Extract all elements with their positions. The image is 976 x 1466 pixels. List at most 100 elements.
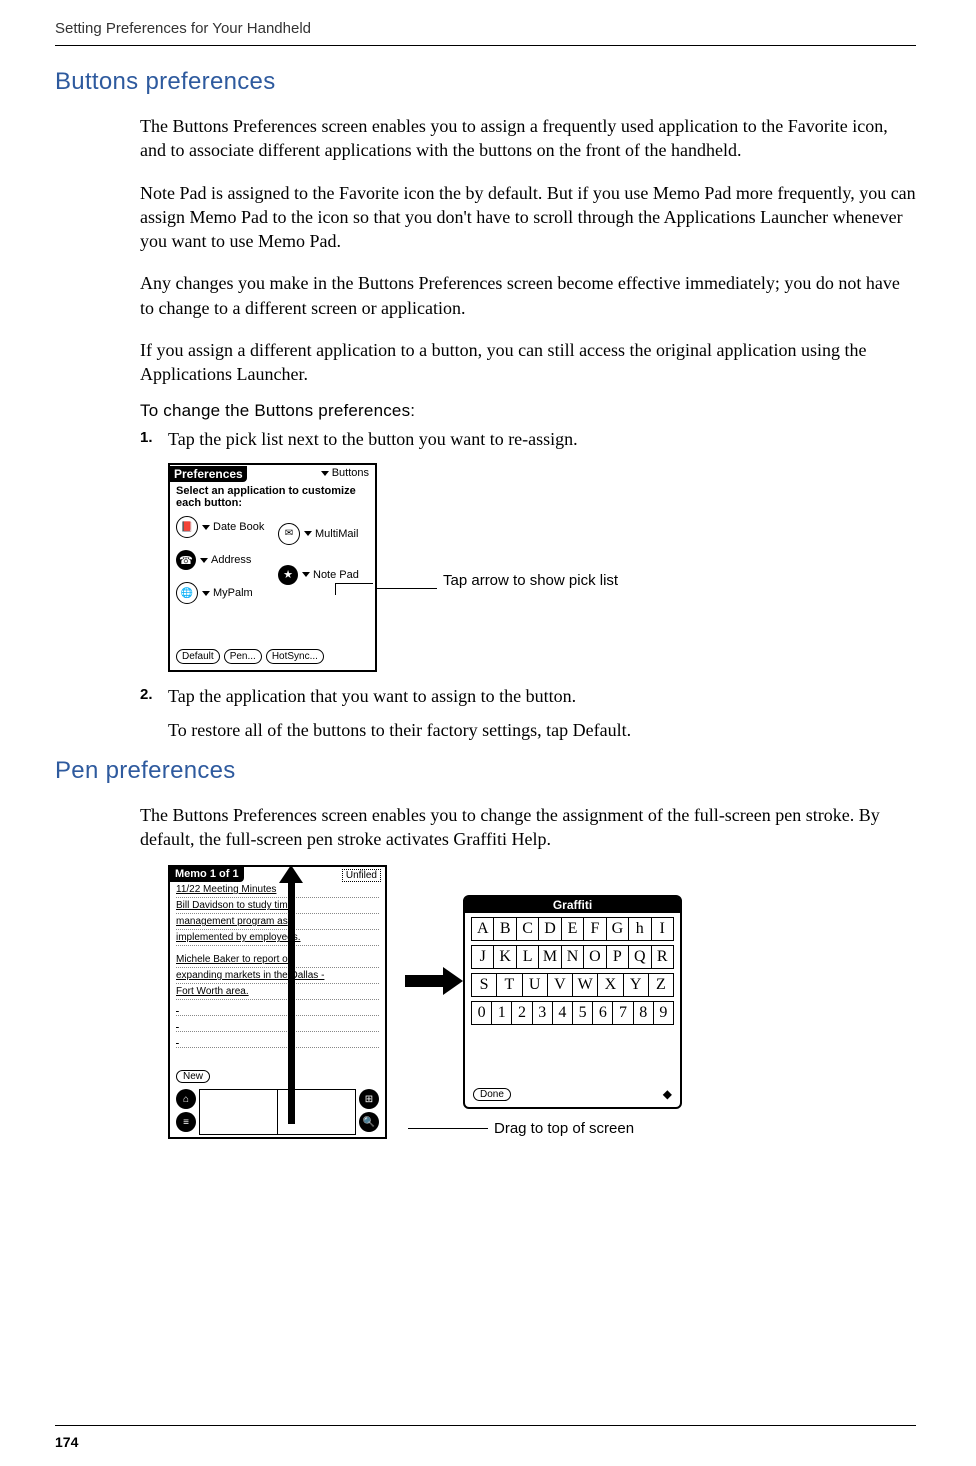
done-button[interactable]: Done xyxy=(473,1088,511,1101)
scroll-arrows-icon[interactable]: ◆ xyxy=(663,1087,672,1101)
address-icon: ☎ xyxy=(176,550,196,570)
graffiti-cell: 3 xyxy=(533,1002,553,1024)
graffiti-cell: 9 xyxy=(654,1002,673,1024)
callout-line xyxy=(335,583,336,595)
graffiti-cell: 6 xyxy=(593,1002,613,1024)
step-text: Tap the application that you want to ass… xyxy=(168,684,916,708)
page-number: 174 xyxy=(55,1434,78,1450)
multimail-icon: ✉ xyxy=(278,523,300,545)
paragraph: The Buttons Preferences screen enables y… xyxy=(140,114,916,163)
graffiti-row: A B C D E F G h I xyxy=(471,917,674,941)
memo-title: Memo 1 of 1 xyxy=(170,867,244,882)
procedure-heading: To change the Buttons preferences: xyxy=(140,401,916,421)
callout-text: Tap arrow to show pick list xyxy=(443,572,618,590)
paragraph: The Buttons Preferences screen enables y… xyxy=(140,803,916,852)
figure-preferences-screen: Preferences Buttons Select an applicatio… xyxy=(168,463,916,672)
category-picklist[interactable]: Buttons xyxy=(321,467,369,479)
memo-line: implemented by employees. xyxy=(176,930,379,946)
memo-line: Michele Baker to report on xyxy=(176,952,379,968)
graffiti-letter-area[interactable] xyxy=(199,1089,277,1135)
header-rule xyxy=(55,45,916,46)
graffiti-cell: J xyxy=(472,946,494,968)
graffiti-cell: V xyxy=(548,974,573,996)
graffiti-cell: R xyxy=(652,946,673,968)
graffiti-cell: 7 xyxy=(613,1002,633,1024)
graffiti-cell: 8 xyxy=(634,1002,654,1024)
button-assignment-row[interactable]: ✉ MultiMail xyxy=(278,519,359,549)
memo-line: expanding markets in the Dallas - xyxy=(176,968,379,984)
graffiti-cell: 1 xyxy=(492,1002,512,1024)
graffiti-cell: 2 xyxy=(512,1002,532,1024)
figure-pen-stroke: Memo 1 of 1 Unfiled 11/22 Meeting Minute… xyxy=(168,865,916,1139)
memo-line xyxy=(176,1032,379,1048)
right-arrow-icon xyxy=(405,975,445,987)
paragraph: If you assign a different application to… xyxy=(140,338,916,387)
picklist-label: Note Pad xyxy=(313,569,359,581)
instruction-text: Select an application to customize each … xyxy=(170,483,375,515)
graffiti-cell: I xyxy=(652,918,673,940)
graffiti-cell: 0 xyxy=(472,1002,492,1024)
category-label: Buttons xyxy=(332,467,369,479)
graffiti-cell: G xyxy=(607,918,629,940)
step-text: Tap the pick list next to the button you… xyxy=(168,427,916,451)
memo-line xyxy=(176,1016,379,1032)
step-1: 1. Tap the pick list next to the button … xyxy=(140,427,916,451)
graffiti-cell: S xyxy=(472,974,497,996)
memo-category[interactable]: Unfiled xyxy=(342,869,381,882)
graffiti-cell: E xyxy=(562,918,584,940)
memo-line xyxy=(176,1000,379,1016)
chevron-down-icon xyxy=(202,525,210,530)
graffiti-cell: N xyxy=(562,946,584,968)
graffiti-cell: O xyxy=(584,946,606,968)
step-sub-text: To restore all of the buttons to their f… xyxy=(168,718,916,742)
chevron-down-icon xyxy=(202,591,210,596)
button-assignment-row[interactable]: ★ Note Pad xyxy=(278,561,359,589)
graffiti-cell: A xyxy=(472,918,494,940)
chevron-down-icon xyxy=(304,531,312,536)
hotsync-button[interactable]: HotSync... xyxy=(266,649,324,664)
graffiti-cell: Y xyxy=(624,974,649,996)
picklist-label: MultiMail xyxy=(315,528,358,540)
drag-up-arrow-icon xyxy=(288,879,295,1124)
find-icon[interactable]: 🔍 xyxy=(359,1112,379,1132)
graffiti-cell: W xyxy=(573,974,598,996)
memo-line: management program as xyxy=(176,914,379,930)
graffiti-cell: K xyxy=(494,946,516,968)
memo-line: 11/22 Meeting Minutes xyxy=(176,882,379,898)
callout-text: Drag to top of screen xyxy=(494,1120,634,1137)
graffiti-cell: M xyxy=(539,946,561,968)
palm-graffiti-window: Graffiti A B C D E F G h I J K L M N O P… xyxy=(463,895,682,1109)
graffiti-cell: T xyxy=(497,974,522,996)
default-button[interactable]: Default xyxy=(176,649,220,664)
silkscreen-area: ⌂ ≡ ⊞ 🔍 xyxy=(176,1089,379,1135)
chevron-down-icon xyxy=(302,572,310,577)
step-number: 2. xyxy=(140,684,168,708)
picklist-label: Address xyxy=(211,554,251,566)
paragraph: Any changes you make in the Buttons Pref… xyxy=(140,271,916,320)
graffiti-cell: F xyxy=(584,918,606,940)
datebook-icon: 📕 xyxy=(176,516,198,538)
memo-line: Bill Davidson to study time xyxy=(176,898,379,914)
graffiti-title: Graffiti xyxy=(465,897,680,913)
callout-line xyxy=(377,588,437,589)
graffiti-row: S T U V W X Y Z xyxy=(471,973,674,997)
graffiti-cell: B xyxy=(494,918,516,940)
graffiti-cell: 5 xyxy=(573,1002,593,1024)
calc-icon[interactable]: ⊞ xyxy=(359,1089,379,1109)
graffiti-cell: P xyxy=(607,946,629,968)
picklist-label: MyPalm xyxy=(213,587,253,599)
mypalm-icon: 🌐 xyxy=(176,582,198,604)
step-2: 2. Tap the application that you want to … xyxy=(140,684,916,708)
graffiti-cell: h xyxy=(629,918,651,940)
graffiti-row: 0 1 2 3 4 5 6 7 8 9 xyxy=(471,1001,674,1025)
pen-button[interactable]: Pen... xyxy=(224,649,262,664)
graffiti-cell: D xyxy=(539,918,561,940)
picklist-label: Date Book xyxy=(213,521,264,533)
footer-rule xyxy=(55,1425,916,1426)
home-icon[interactable]: ⌂ xyxy=(176,1089,196,1109)
menu-icon[interactable]: ≡ xyxy=(176,1112,196,1132)
graffiti-cell: C xyxy=(517,918,539,940)
chevron-down-icon xyxy=(200,558,208,563)
new-button[interactable]: New xyxy=(176,1070,210,1083)
chevron-down-icon xyxy=(321,471,329,476)
